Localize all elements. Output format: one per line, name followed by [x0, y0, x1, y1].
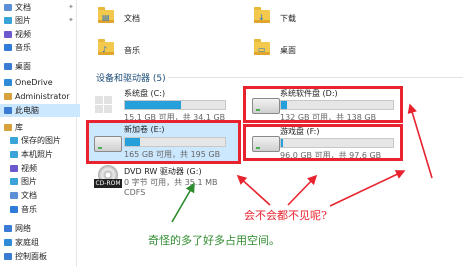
annotation-arrows: [171, 103, 433, 223]
green-arrow: [171, 182, 195, 223]
red-arrow: [329, 170, 406, 207]
annotation-comment: 奇怪的多了好多占用空间。: [148, 234, 280, 247]
red-arrow: [236, 174, 271, 206]
red-arrow: [287, 174, 318, 206]
red-arrow: [407, 103, 433, 179]
annotation-question: 会不会都不见呢?: [244, 209, 327, 222]
